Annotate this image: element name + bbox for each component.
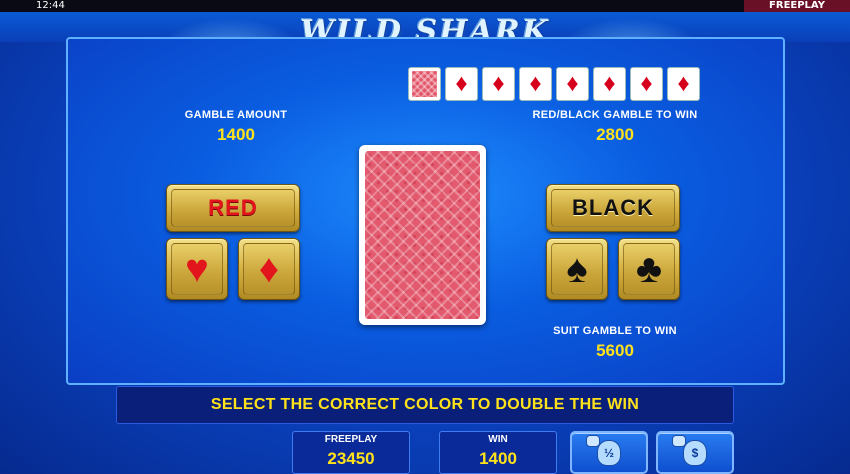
win-label: WIN — [488, 434, 508, 445]
history-card-diamond: ♦ — [519, 67, 552, 101]
red-button-label: RED — [208, 195, 258, 220]
hearts-button[interactable]: ♥ — [166, 238, 228, 300]
club-icon: ♣ — [635, 247, 663, 291]
card-history: ♦ ♦ ♦ ♦ ♦ ♦ ♦ — [408, 67, 700, 101]
gamble-amount-label: GAMBLE AMOUNT — [184, 109, 288, 121]
suit-gamble-label: SUIT GAMBLE TO WIN — [553, 325, 677, 337]
diamond-icon: ♦ — [455, 70, 468, 97]
win-box: WIN 1400 — [439, 431, 557, 474]
card-back-pattern — [365, 151, 480, 319]
history-card-diamond: ♦ — [667, 67, 700, 101]
money-bag-dollar-icon: $ — [672, 434, 707, 466]
black-button[interactable]: BLACK — [546, 184, 680, 232]
diamond-icon: ♦ — [603, 70, 616, 97]
history-card-diamond: ♦ — [593, 67, 626, 101]
diamond-icon: ♦ — [677, 70, 690, 97]
instruction-message: SELECT THE CORRECT COLOR TO DOUBLE THE W… — [116, 386, 734, 424]
credit-box: FREEPLAY 23450 — [292, 431, 410, 474]
black-button-label: BLACK — [572, 195, 654, 220]
gamble-card-facedown — [359, 145, 486, 325]
history-card-diamond: ♦ — [556, 67, 589, 101]
heart-icon: ♥ — [185, 247, 209, 291]
credit-value: 23450 — [327, 449, 375, 468]
diamond-icon: ♦ — [258, 247, 280, 291]
diamond-icon: ♦ — [640, 70, 653, 97]
mode-badge: FREEPLAY — [744, 0, 850, 12]
color-gamble-value: 2800 — [596, 125, 634, 144]
money-bag-half-icon: ½ — [586, 434, 621, 466]
suit-gamble-value: 5600 — [596, 341, 634, 360]
spades-button[interactable]: ♠ — [546, 238, 608, 300]
win-value: 1400 — [479, 449, 517, 468]
credit-label: FREEPLAY — [324, 434, 378, 445]
diamond-icon: ♦ — [566, 70, 579, 97]
status-bar — [0, 0, 850, 12]
color-gamble-label: RED/BLACK GAMBLE TO WIN — [532, 109, 698, 121]
half-collect-button[interactable]: ½ — [570, 431, 648, 474]
clubs-button[interactable]: ♣ — [618, 238, 680, 300]
history-card-back — [408, 67, 441, 101]
diamond-icon: ♦ — [529, 70, 542, 97]
red-button[interactable]: RED — [166, 184, 300, 232]
history-card-diamond: ♦ — [482, 67, 515, 101]
history-card-diamond: ♦ — [630, 67, 663, 101]
collect-button[interactable]: $ — [656, 431, 734, 474]
gamble-amount-value: 1400 — [217, 125, 255, 144]
diamonds-button[interactable]: ♦ — [238, 238, 300, 300]
diamond-icon: ♦ — [492, 70, 505, 97]
spade-icon: ♠ — [566, 247, 588, 291]
history-card-diamond: ♦ — [445, 67, 478, 101]
clock-time: 12:44 — [36, 0, 65, 11]
